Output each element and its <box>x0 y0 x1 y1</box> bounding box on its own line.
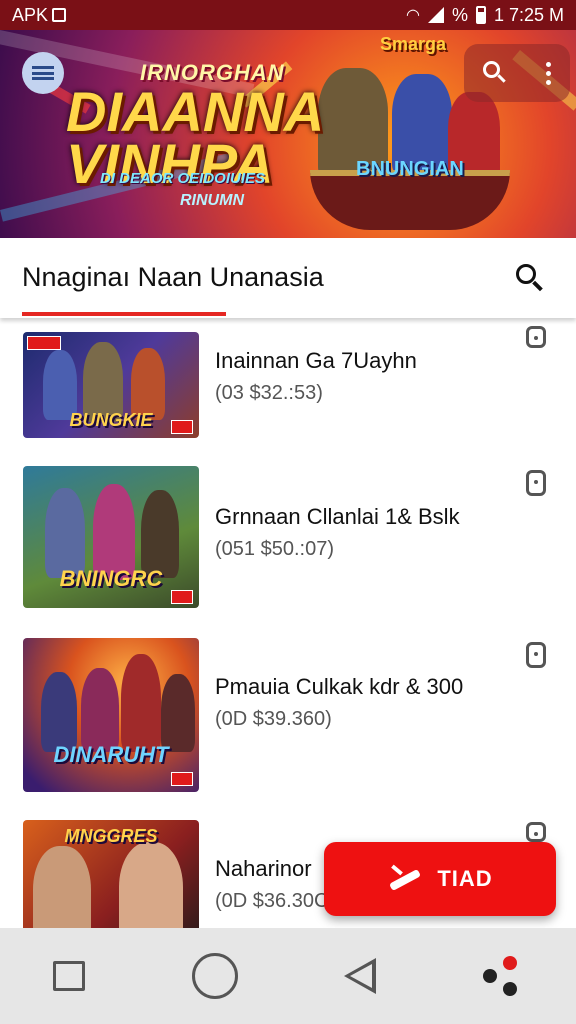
list-item[interactable]: BNINGRC Grnnaan Cllanlai 1& Bslk (051 $5… <box>0 466 576 616</box>
game-thumbnail: MNGGRES <box>23 820 199 928</box>
top-actions <box>464 44 570 102</box>
thumb-figure <box>119 842 183 928</box>
banner-title-line1: DIAANNA <box>66 80 325 143</box>
status-app-label: APK <box>12 4 49 25</box>
game-title: Naharinor <box>215 856 312 881</box>
thumb-badge <box>171 590 193 604</box>
system-nav-bar <box>0 928 576 1024</box>
game-title: Pmauia Culkak kdr & 300 <box>215 674 464 699</box>
game-thumbnail: BNINGRC <box>23 466 199 608</box>
game-price: (03 $32.:53) <box>215 382 323 404</box>
thumb-figure <box>33 846 91 928</box>
thumb-badge <box>171 420 193 434</box>
status-bar: APK ◠ % 1 7:25 M <box>0 0 576 30</box>
thumb-figure <box>45 488 85 578</box>
menu-button[interactable] <box>22 52 64 94</box>
thumb-figure <box>141 490 179 578</box>
dots-icon[interactable] <box>482 956 523 996</box>
list-item[interactable]: BUNGKIE Inainnan Ga 7Uayhn (03 $32.:53) <box>0 318 576 448</box>
search-icon[interactable] <box>483 61 507 85</box>
status-right: ◠ % 1 7:25 M <box>406 5 564 26</box>
thumb-figure <box>81 668 119 752</box>
status-left: APK <box>12 4 67 26</box>
more-vert-icon[interactable] <box>545 61 551 85</box>
game-title: Grnnaan Cllanlai 1& Bslk <box>215 504 460 529</box>
trade-button[interactable]: TIAD <box>324 842 556 916</box>
battery-percent: % <box>451 4 468 25</box>
list-item[interactable]: DINARUHT Pmauia Culkak kdr & 300 (0D $39… <box>0 638 576 794</box>
battery-icon <box>475 6 486 24</box>
thumb-figure <box>161 674 195 752</box>
thumb-figure <box>121 654 161 752</box>
banner-small-text: RINUMN <box>180 192 244 209</box>
download-icon[interactable] <box>526 642 546 668</box>
thumb-label: BNINGRC <box>59 566 163 591</box>
thumb-badge <box>171 772 193 786</box>
game-list: BUNGKIE Inainnan Ga 7Uayhn (03 $32.:53) … <box>0 318 576 928</box>
notification-icon <box>52 8 67 22</box>
section-tab-indicator <box>22 312 226 316</box>
game-price: (0D $36.30C <box>215 890 329 912</box>
banner-top-logo: Smarga <box>380 34 447 54</box>
thumb-figure <box>41 672 77 752</box>
download-icon[interactable] <box>526 470 546 496</box>
game-price: (051 $50.:07) <box>215 538 334 560</box>
signal-icon <box>427 7 444 23</box>
tag-icon <box>387 864 423 894</box>
game-thumbnail: DINARUHT <box>23 638 199 792</box>
section-title: Nnaginaı Naan Unanasia <box>22 262 324 292</box>
wifi-icon: ◠ <box>405 7 420 24</box>
section-header: Nnaginaı Naan Unanasia <box>0 238 576 318</box>
banner-right-title: BNUNGIAN <box>356 158 464 180</box>
download-icon[interactable] <box>526 326 546 348</box>
game-price: (0D $39.360) <box>215 708 332 730</box>
game-thumbnail: BUNGKIE <box>23 332 199 438</box>
recents-icon[interactable] <box>53 961 86 991</box>
download-icon[interactable] <box>526 822 546 842</box>
thumb-label: DINARUHT <box>53 742 169 767</box>
trade-button-label: TIAD <box>437 866 493 891</box>
search-icon[interactable] <box>516 264 546 294</box>
status-time: 1 7:25 M <box>493 4 564 25</box>
menu-icon <box>32 66 54 80</box>
thumb-label: MNGGRES <box>64 826 158 846</box>
thumb-badge <box>27 336 61 350</box>
game-title: Inainnan Ga 7Uayhn <box>215 348 417 373</box>
back-icon[interactable] <box>344 958 377 994</box>
home-icon[interactable] <box>191 953 238 999</box>
banner-tagline: DI DEAOR OEIDOIUIES <box>100 170 266 187</box>
